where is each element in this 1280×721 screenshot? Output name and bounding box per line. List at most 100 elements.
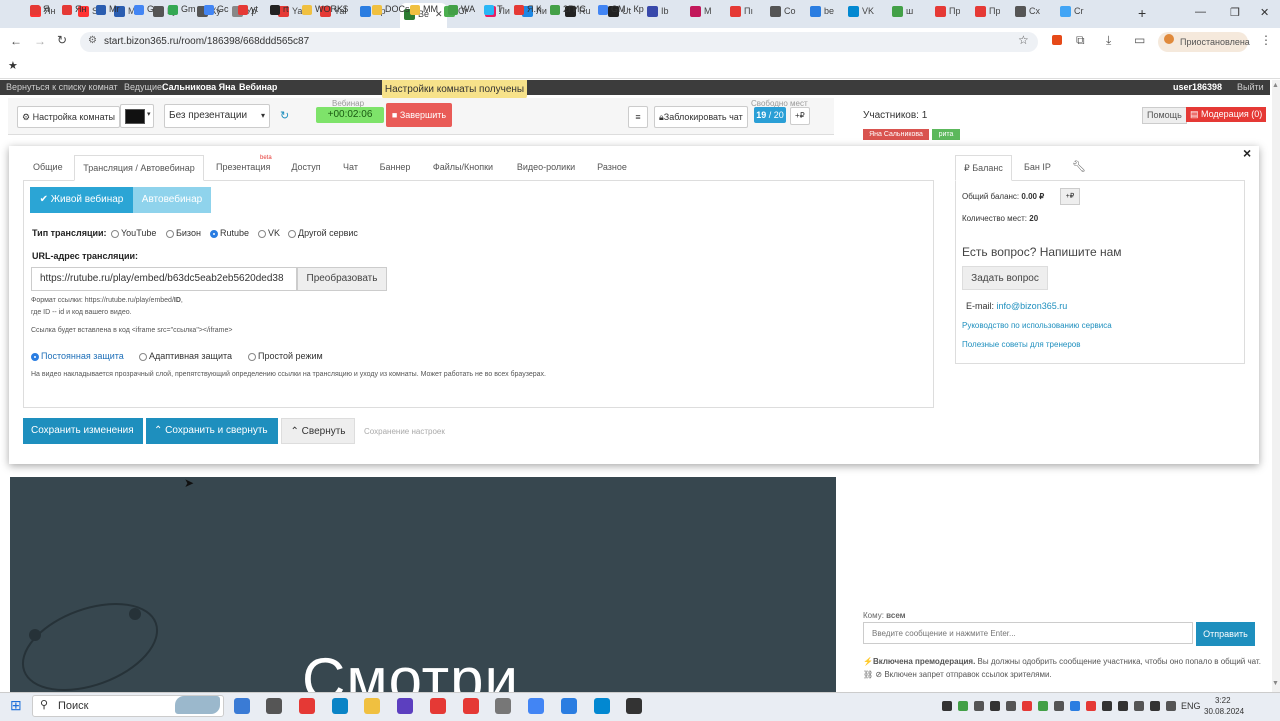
bookmark-item[interactable]: Gc — [204, 4, 229, 15]
explorer-icon[interactable] — [364, 698, 380, 714]
bookmark-item[interactable]: MM — [410, 4, 438, 15]
bookmark-item[interactable]: rt — [270, 4, 289, 15]
page-scrollbar[interactable] — [1272, 80, 1280, 692]
back-to-rooms-link[interactable]: Вернуться к списку комнат — [6, 82, 118, 92]
bookmark-item[interactable]: Я.К — [514, 4, 541, 15]
radio-button[interactable] — [258, 229, 266, 238]
scroll-up-icon[interactable]: ▲ — [1272, 82, 1279, 89]
maximize-icon[interactable]: ❐ — [1230, 6, 1240, 19]
stream-type-option[interactable]: YouTube — [111, 228, 156, 238]
back-arrow-icon[interactable]: ← — [10, 34, 22, 48]
radio-button[interactable] — [288, 229, 296, 238]
radio-button[interactable] — [139, 352, 147, 361]
close-modal-icon[interactable]: × — [1243, 145, 1251, 161]
browser-tab[interactable]: be — [810, 6, 834, 22]
clock-date[interactable]: 30.08.2024 — [1204, 707, 1244, 716]
app-icon[interactable] — [397, 698, 413, 714]
stream-type-option[interactable]: Другой сервис — [288, 228, 358, 238]
browser-tab[interactable]: Пı — [730, 6, 753, 22]
stream-type-option[interactable]: Бизон — [166, 228, 201, 238]
presentation-select[interactable]: Без презентации ▾ — [164, 104, 270, 128]
email-link[interactable]: info@bizon365.ru — [997, 301, 1068, 311]
tray-icon[interactable] — [1022, 701, 1032, 711]
bookmark-item[interactable]: Я — [30, 4, 50, 15]
yandex-browser-icon[interactable] — [430, 698, 446, 714]
edge-icon[interactable] — [332, 698, 348, 714]
room-settings-button[interactable]: ⚙ Настройка комнаты — [17, 106, 120, 128]
chat-recipient-value[interactable]: всем — [886, 611, 905, 620]
tray-icon[interactable] — [1102, 701, 1112, 711]
tray-icon[interactable] — [1070, 701, 1080, 711]
stream-url-input[interactable]: https://rutube.ru/play/embed/b63dc5eab2e… — [31, 267, 297, 291]
refresh-icon[interactable]: ↻ — [280, 109, 289, 122]
browser-tab[interactable]: Co — [770, 6, 796, 22]
chrome-icon[interactable] — [528, 698, 544, 714]
tab-videos[interactable]: Видео-ролики — [508, 155, 584, 181]
bookmark-apps-icon[interactable]: ★ — [8, 59, 18, 72]
camera-select[interactable]: ▾ — [120, 104, 154, 128]
settings-icon[interactable] — [266, 698, 282, 714]
browser-tab[interactable]: Cx — [1015, 6, 1040, 22]
tray-icon[interactable] — [1006, 701, 1016, 711]
wrench-icon[interactable]: 🔧︎ — [1064, 155, 1094, 181]
tab-ban-ip[interactable]: Бан IP — [1016, 155, 1059, 181]
telegram-icon[interactable] — [594, 698, 610, 714]
tray-icon[interactable] — [1134, 701, 1144, 711]
logout-link[interactable]: Выйти — [1237, 82, 1264, 92]
bookmark-item[interactable]: DOCs — [372, 4, 410, 15]
radio-button[interactable] — [166, 229, 174, 238]
forward-arrow-icon[interactable]: → — [34, 34, 46, 48]
bookmark-item[interactable]: G — [134, 4, 154, 15]
extensions-puzzle-icon[interactable]: ⧉ — [1076, 33, 1085, 48]
browser-tab[interactable]: Пр — [975, 6, 1000, 22]
convert-button[interactable]: Преобразовать — [297, 267, 387, 291]
add-seats-button[interactable]: +₽ — [790, 107, 810, 125]
tray-icon[interactable] — [958, 701, 968, 711]
lock-chat-button[interactable]: 🔒︎Заблокировать чат — [654, 106, 748, 128]
finish-button[interactable]: ■ Завершить — [386, 103, 452, 127]
browser-tab[interactable]: Ib — [647, 6, 669, 22]
radio-button[interactable] — [248, 352, 256, 361]
save-and-collapse-button[interactable]: ⌃ Сохранить и свернуть — [146, 418, 278, 444]
windows-start-icon[interactable]: ⊞ — [10, 697, 22, 714]
participant-tag-guest[interactable]: рита — [932, 129, 960, 140]
tray-icon[interactable] — [1118, 701, 1128, 711]
bookmark-item[interactable]: WORK$ — [302, 4, 348, 15]
reload-icon[interactable]: ↻ — [57, 33, 67, 47]
bookmark-star-icon[interactable]: ☆ — [1018, 33, 1029, 47]
protection-option[interactable]: Адаптивная защита — [139, 351, 232, 361]
send-button[interactable]: Отправить — [1196, 622, 1255, 646]
monitor-icon[interactable] — [561, 698, 577, 714]
tab-chat[interactable]: Чат — [334, 155, 367, 181]
bookmark-item[interactable]: WA — [448, 4, 475, 15]
scroll-down-icon[interactable]: ▼ — [1272, 680, 1279, 687]
obs-icon[interactable] — [626, 698, 642, 714]
menu-lines-icon[interactable]: ≡ — [628, 106, 648, 128]
extension-icon[interactable] — [1052, 35, 1062, 45]
help-button[interactable]: Помощь — [1142, 107, 1187, 124]
collapse-button[interactable]: ⌃ Свернуть — [281, 418, 355, 444]
ask-question-button[interactable]: Задать вопрос — [962, 266, 1048, 290]
save-changes-button[interactable]: Сохранить изменения — [23, 418, 143, 444]
opera-icon[interactable] — [463, 698, 479, 714]
site-info-icon[interactable]: ⚙ — [88, 35, 97, 46]
moderation-button[interactable]: ▤ Модерация (0) — [1186, 107, 1267, 122]
tab-balance[interactable]: ₽ Баланс — [955, 155, 1012, 181]
language-indicator[interactable]: ENG — [1181, 701, 1201, 711]
browser-tab[interactable]: VK — [848, 6, 874, 22]
minimize-icon[interactable]: — — [1195, 6, 1206, 18]
tray-icon[interactable] — [990, 701, 1000, 711]
tray-icon[interactable] — [974, 701, 984, 711]
guide-link[interactable]: Руководство по использованию сервиса — [962, 321, 1112, 330]
store-icon[interactable] — [495, 698, 511, 714]
radio-button[interactable] — [111, 229, 119, 238]
bookmark-item[interactable]: yt — [238, 4, 258, 15]
tab-banner[interactable]: Баннер — [371, 155, 419, 181]
bookmark-item[interactable]: Ян — [62, 4, 86, 15]
stream-type-option[interactable]: VK — [258, 228, 280, 238]
radio-button[interactable] — [31, 352, 39, 361]
radio-button[interactable] — [210, 229, 218, 238]
tab-broadcast[interactable]: Трансляция / Автовебинар — [74, 155, 204, 181]
close-window-icon[interactable]: ✕ — [1260, 6, 1269, 19]
bookmark-item[interactable]: 2ГИС — [550, 4, 586, 15]
